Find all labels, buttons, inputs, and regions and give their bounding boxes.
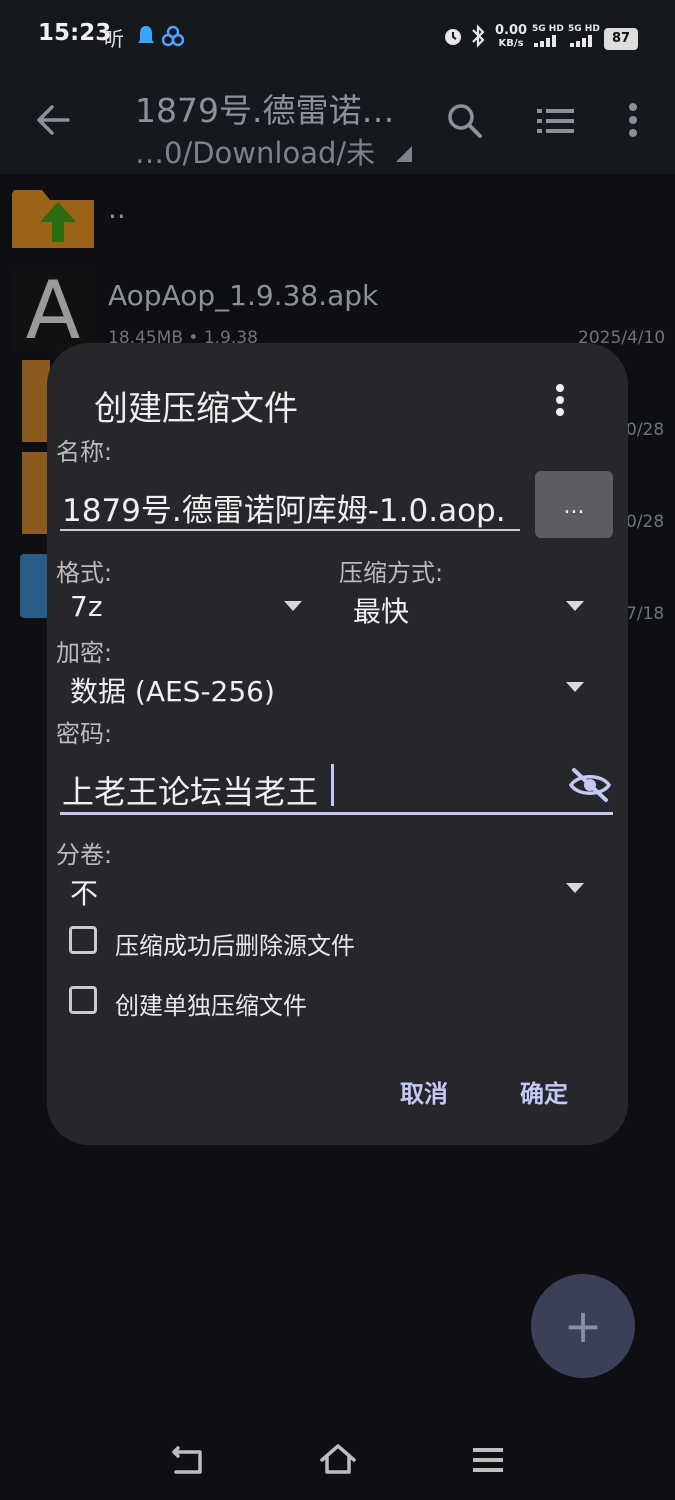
network-speed: 0.00 KB/s: [495, 23, 528, 49]
delete-after-checkbox[interactable]: [69, 926, 97, 954]
ok-button[interactable]: 确定: [520, 1074, 568, 1109]
alarm-icon: [445, 29, 461, 45]
list-view-icon[interactable]: [537, 107, 575, 135]
method-dropdown-icon[interactable]: [566, 601, 584, 611]
dialog-title: 创建压缩文件: [94, 389, 298, 429]
dialog-more-icon[interactable]: [553, 382, 567, 418]
text-cursor: [331, 764, 334, 806]
password-input[interactable]: 上老王论坛当老王: [62, 767, 318, 813]
apk-file-icon: A: [12, 270, 94, 352]
page-title: 1879号.德雷诺…: [135, 91, 395, 130]
search-icon[interactable]: [446, 102, 484, 140]
format-select[interactable]: 7z: [70, 590, 103, 623]
name-input-underline: [60, 529, 520, 531]
home-nav-icon[interactable]: [318, 1442, 358, 1476]
more-vert-icon[interactable]: [626, 102, 640, 140]
parent-dir-name[interactable]: ..: [108, 192, 126, 225]
signal-2-icon: [570, 35, 592, 47]
archive-file-icon: [22, 360, 50, 442]
dropdown-triangle-icon[interactable]: [394, 144, 414, 164]
file-name[interactable]: AopAop_1.9.38.apk: [108, 279, 378, 312]
file-date: 7/18: [626, 604, 665, 624]
folder-up-icon[interactable]: [10, 184, 96, 252]
back-nav-icon[interactable]: [170, 1444, 206, 1476]
signal-2-label: 5G HD: [568, 24, 600, 34]
password-label: 密码:: [56, 720, 113, 748]
app-file-icon: [20, 554, 50, 618]
notification-icon: [138, 26, 154, 43]
file-date: 0/28: [626, 420, 665, 440]
split-dropdown-icon[interactable]: [566, 883, 584, 893]
delete-after-label[interactable]: 压缩成功后删除源文件: [115, 926, 355, 961]
signal-1-icon: [534, 35, 556, 47]
split-label: 分卷:: [56, 841, 113, 869]
back-arrow-icon[interactable]: [34, 102, 74, 138]
method-select[interactable]: 最快: [353, 590, 409, 630]
separate-archives-checkbox[interactable]: [69, 986, 97, 1014]
format-label: 格式:: [56, 559, 113, 587]
split-select[interactable]: 不: [70, 872, 98, 912]
add-fab-button[interactable]: +: [531, 1274, 635, 1378]
password-input-underline: [60, 812, 613, 815]
signal-1-label: 5G HD: [532, 24, 564, 34]
path-subtitle[interactable]: …0/Download/未: [135, 130, 375, 172]
app-notification-icon: [162, 25, 184, 47]
battery-indicator: 87: [604, 28, 638, 50]
encrypt-select[interactable]: 数据 (AES-256): [70, 670, 275, 710]
separate-archives-label[interactable]: 创建单独压缩文件: [115, 986, 307, 1021]
format-dropdown-icon[interactable]: [284, 601, 302, 611]
visibility-off-icon[interactable]: [568, 766, 612, 804]
create-archive-dialog: [47, 343, 628, 1145]
recents-nav-icon[interactable]: [472, 1446, 504, 1474]
method-label: 压缩方式:: [339, 559, 444, 587]
bluetooth-icon: [472, 24, 485, 48]
browse-button[interactable]: ...: [535, 471, 613, 538]
archive-file-icon: [22, 452, 50, 534]
file-date: 0/28: [626, 512, 665, 532]
name-label: 名称:: [56, 438, 113, 466]
status-time: 15:23: [38, 20, 112, 46]
encrypt-dropdown-icon[interactable]: [566, 682, 584, 692]
status-ting: 听: [104, 27, 124, 51]
name-input[interactable]: 1879号.德雷诺阿库姆-1.0.aop.: [62, 485, 506, 530]
cancel-button[interactable]: 取消: [400, 1074, 448, 1109]
encrypt-label: 加密:: [56, 639, 113, 667]
